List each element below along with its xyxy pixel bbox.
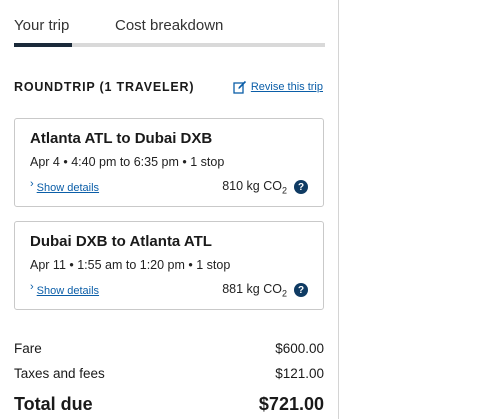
taxes-value: $121.00: [275, 366, 324, 381]
co2-emissions: 810 kg CO2 ?: [222, 179, 308, 196]
tab-bar: Your trip Cost breakdown: [14, 0, 325, 47]
help-icon[interactable]: ?: [294, 283, 308, 298]
show-details-link[interactable]: › Show details: [30, 281, 100, 298]
flight-times: Apr 11 • 1:55 am to 1:20 pm • 1 stop: [30, 258, 231, 272]
flight-title: Dubai DXB to Atlanta ATL: [30, 233, 212, 250]
taxes-label: Taxes and fees: [14, 366, 105, 381]
total-value: $721.00: [258, 394, 324, 414]
trip-summary-panel: Your trip Cost breakdown ROUNDTRIP (1 TR…: [0, 0, 339, 419]
tab-active-indicator: [14, 43, 72, 47]
flight-card-outbound: Atlanta ATL to Dubai DXB Apr 4 • 4:40 pm…: [14, 118, 324, 207]
trip-heading: ROUNDTRIP (1 TRAVELER): [14, 80, 195, 94]
chevron-right-icon: ›: [30, 281, 34, 293]
fare-value: $600.00: [275, 341, 324, 356]
co2-value: 881 kg CO2: [222, 282, 287, 299]
chevron-right-icon: ›: [30, 178, 34, 190]
taxes-row: Taxes and fees $121.00: [14, 366, 324, 381]
tab-your-trip[interactable]: Your trip: [14, 17, 69, 34]
show-details-link[interactable]: › Show details: [30, 178, 100, 195]
flight-title: Atlanta ATL to Dubai DXB: [30, 130, 213, 147]
show-details-label: Show details: [36, 182, 100, 194]
co2-value: 810 kg CO2: [222, 179, 287, 196]
co2-emissions: 881 kg CO2 ?: [222, 282, 308, 299]
help-icon[interactable]: ?: [294, 180, 308, 195]
revise-trip-label: Revise this trip: [250, 81, 323, 93]
flight-card-return: Dubai DXB to Atlanta ATL Apr 11 • 1:55 a…: [14, 221, 324, 310]
show-details-label: Show details: [36, 285, 100, 297]
fare-label: Fare: [14, 341, 42, 356]
total-label: Total due: [14, 394, 93, 414]
revise-trip-link[interactable]: Revise this trip: [233, 80, 323, 94]
tab-cost-breakdown[interactable]: Cost breakdown: [115, 17, 223, 34]
total-row: Total due $721.00: [14, 394, 324, 415]
flight-times: Apr 4 • 4:40 pm to 6:35 pm • 1 stop: [30, 155, 225, 169]
edit-icon: [233, 80, 247, 94]
fare-row: Fare $600.00: [14, 341, 324, 356]
